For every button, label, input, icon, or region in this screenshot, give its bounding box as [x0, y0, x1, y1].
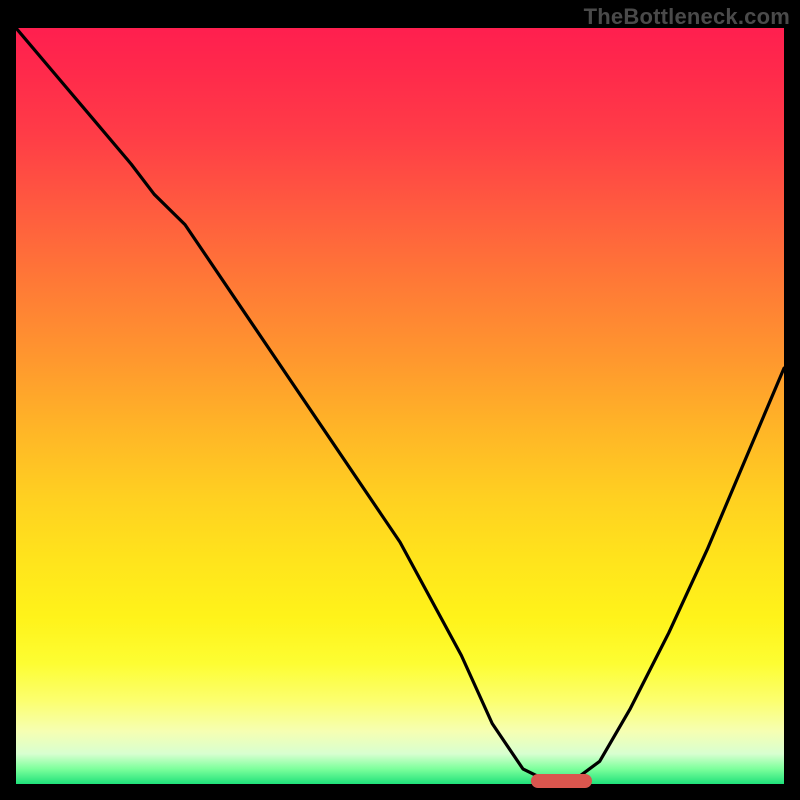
- watermark-text: TheBottleneck.com: [584, 4, 790, 30]
- chart-container: [16, 28, 784, 784]
- app-frame: TheBottleneck.com: [0, 0, 800, 800]
- optimum-marker: [531, 774, 592, 788]
- bottleneck-curve: [16, 28, 784, 784]
